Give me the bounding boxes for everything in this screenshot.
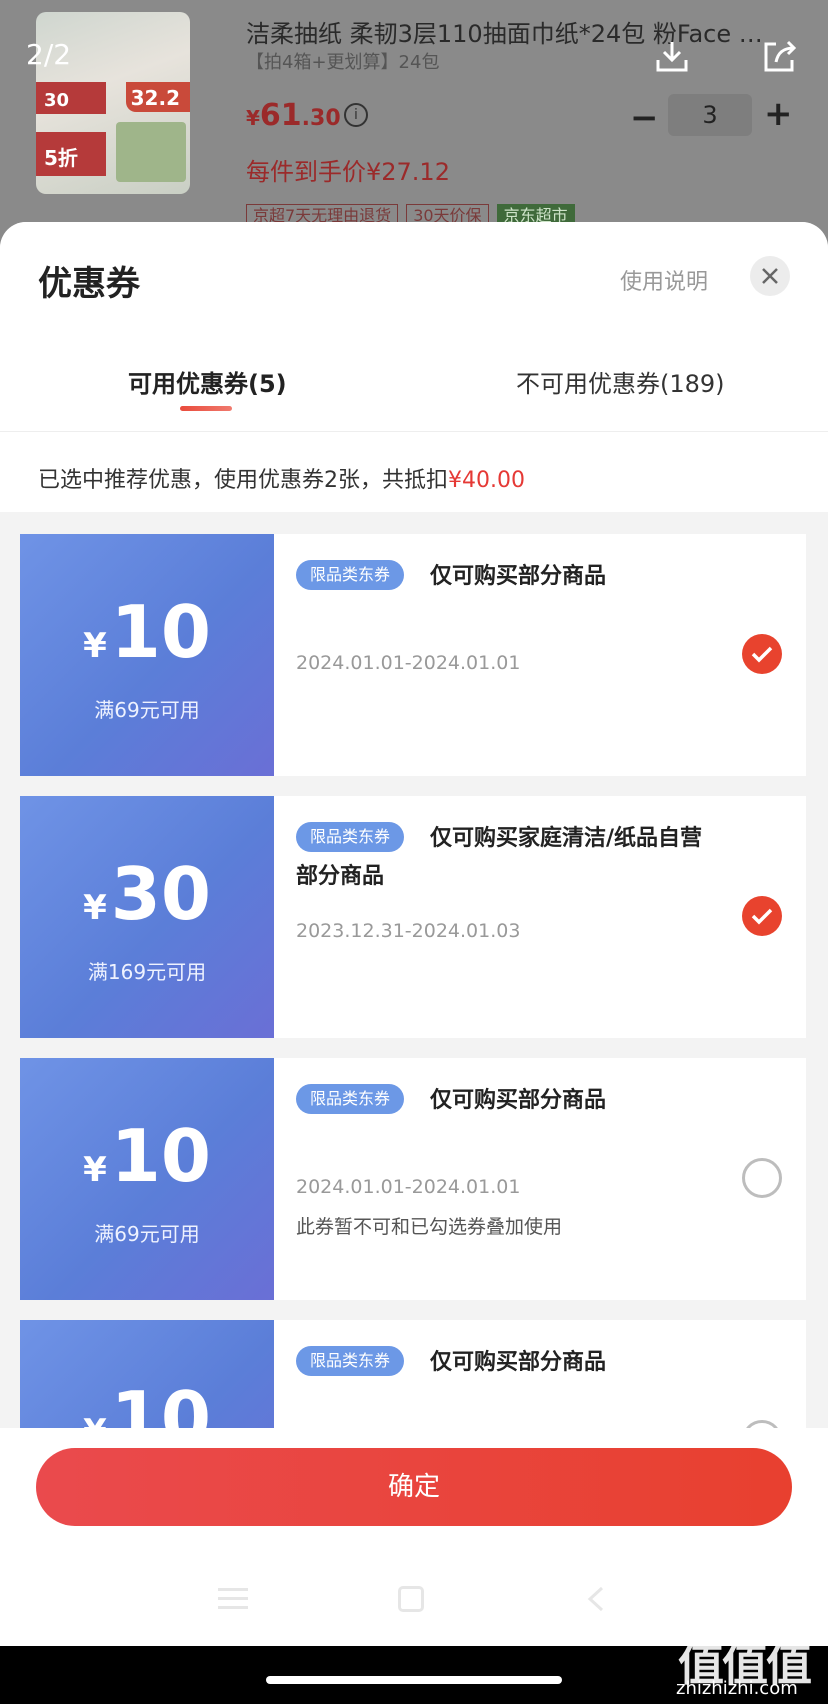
coupon-description: 仅可购买家庭清洁/纸品自营 [430, 826, 703, 851]
check-icon [751, 908, 773, 925]
quantity-input[interactable]: 3 [668, 94, 752, 136]
coupon-amount-value: 10 [110, 1114, 211, 1198]
coupon-description: 仅可购买部分商品 [430, 564, 607, 589]
product-summary-bar: 30 5折 32.2 2/2 洁柔抽纸 柔韧3层110抽面巾纸*24包 粉Fac… [0, 0, 828, 250]
coupon-currency: ¥ [83, 626, 107, 666]
coupon-description-continued: 部分商品 [296, 864, 385, 889]
share-icon[interactable] [760, 36, 800, 76]
confirm-button[interactable]: 确定 [36, 1448, 792, 1526]
active-tab-indicator [180, 406, 232, 411]
summary-discount-amount: ¥40.00 [448, 468, 525, 493]
coupon-condition: 满69元可用 [94, 1222, 200, 1246]
unit-price: 每件到手价¥27.12 [246, 158, 450, 186]
price-integer: 61 [259, 98, 302, 133]
thumb-badge: 30 [44, 90, 70, 111]
sheet-title: 优惠券 [38, 264, 140, 304]
selection-summary: 已选中推荐优惠，使用优惠券2张，共抵扣¥40.00 [38, 462, 525, 494]
coupon-validity: 2023.12.31-2024.01.03 [296, 920, 521, 942]
coupon-value-panel: ¥10 满69元可用 [15, 1058, 274, 1300]
coupon-type-badge: 限品类东券 [296, 560, 405, 590]
price-decimal: .30 [301, 106, 341, 131]
coupon-value-panel: ¥10 满69元可用 [15, 534, 274, 776]
coupon-card[interactable]: ¥30 满169元可用 限品类东券 仅可购买家庭清洁/纸品自营 部分商品 202… [15, 796, 806, 1038]
thumb-badge: 5折 [44, 146, 78, 170]
coupon-checkbox[interactable] [742, 896, 782, 936]
coupon-condition: 满169元可用 [87, 960, 207, 984]
quantity-increase-button[interactable]: + [764, 94, 793, 134]
tab-available-coupons[interactable]: 可用优惠券(5) [128, 364, 287, 399]
coupon-value-panel: ¥30 满169元可用 [15, 796, 274, 1038]
usage-instructions-link[interactable]: 使用说明 [620, 264, 708, 296]
coupon-currency: ¥ [83, 888, 107, 928]
coupon-amount: ¥10 [20, 592, 274, 686]
coupon-validity: 2024.01.01-2024.01.01 [296, 1176, 521, 1198]
coupon-checkbox[interactable] [742, 634, 782, 674]
thumb-decoration [116, 122, 186, 182]
coupon-type-badge: 限品类东券 [296, 1084, 405, 1114]
coupon-condition: 满69元可用 [94, 698, 200, 722]
coupon-amount: ¥30 [20, 854, 274, 948]
coupon-type-badge: 限品类东券 [296, 1346, 405, 1376]
coupon-type-badge: 限品类东券 [296, 822, 405, 852]
sheet-footer: 确定 [0, 1428, 828, 1646]
thumb-badge: 32.2 [130, 86, 180, 110]
coupon-amount: ¥10 [20, 1116, 274, 1210]
sheet-header [0, 222, 828, 432]
home-indicator[interactable] [266, 1676, 562, 1684]
coupon-card[interactable]: ¥10 满69元可用 限品类东券 仅可购买部分商品 2024.01.01-202… [15, 1058, 806, 1300]
info-icon[interactable]: i [344, 103, 368, 127]
coupon-stacking-note: 此券暂不可和已勾选券叠加使用 [296, 1216, 563, 1238]
nav-home-icon[interactable] [398, 1586, 424, 1612]
coupon-card[interactable]: ¥10 满69元可用 限品类东券 仅可购买部分商品 2024.01.01-202… [15, 534, 806, 776]
check-icon [751, 646, 773, 663]
coupon-description: 仅可购买部分商品 [430, 1350, 607, 1375]
product-title: 洁柔抽纸 柔韧3层110抽面巾纸*24包 粉Face … [246, 20, 763, 48]
watermark-url: zhizhizhi.com [676, 1678, 798, 1699]
nav-menu-icon[interactable] [218, 1588, 248, 1610]
download-icon[interactable] [652, 36, 692, 76]
quantity-decrease-button[interactable]: − [630, 98, 659, 138]
coupon-checkbox[interactable] [742, 1158, 782, 1198]
coupon-currency: ¥ [83, 1150, 107, 1190]
tab-unavailable-coupons[interactable]: 不可用优惠券(189) [516, 364, 725, 399]
coupon-description: 仅可购买部分商品 [430, 1088, 607, 1113]
coupon-amount-value: 30 [110, 852, 211, 936]
product-spec[interactable]: 【拍4箱+更划算】24包 [246, 48, 439, 74]
coupon-amount-value: 10 [110, 590, 211, 674]
nav-back-icon[interactable] [582, 1584, 612, 1614]
close-icon [762, 268, 778, 284]
page-counter: 2/2 [26, 38, 72, 71]
summary-text: 已选中推荐优惠，使用优惠券2张，共抵扣 [38, 468, 448, 493]
close-button[interactable] [750, 256, 790, 296]
price-currency: ¥ [246, 106, 260, 130]
product-price: ¥61.30 [246, 98, 341, 133]
coupon-validity: 2024.01.01-2024.01.01 [296, 652, 521, 674]
